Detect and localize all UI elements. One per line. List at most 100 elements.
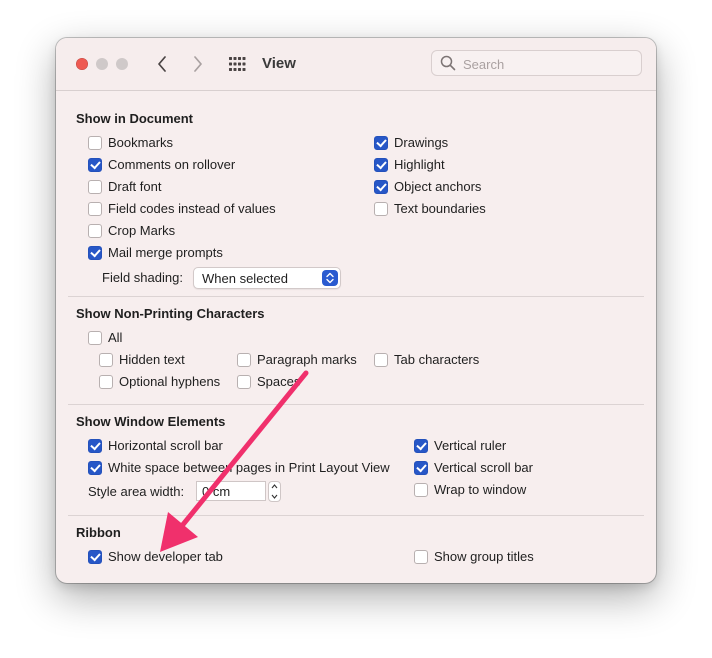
chevron-up-icon[interactable]	[271, 484, 278, 489]
checkbox-label: Paragraph marks	[257, 352, 357, 367]
chevron-left-icon	[158, 56, 166, 72]
checkbox-label: Wrap to window	[434, 482, 527, 497]
section-title-ribbon: Ribbon	[76, 525, 121, 540]
field-shading-label: Field shading:	[102, 270, 183, 285]
checkbox-label: Vertical scroll bar	[434, 460, 533, 475]
checkbox-show-group-titles[interactable]: Show group titles	[414, 549, 534, 564]
checkbox-label: Horizontal scroll bar	[108, 438, 223, 453]
magnifier-icon	[440, 55, 456, 71]
checkbox-box[interactable]	[374, 352, 388, 367]
close-button[interactable]	[76, 58, 88, 70]
checkbox-box[interactable]	[88, 330, 102, 345]
forward-button[interactable]	[187, 52, 209, 76]
checkbox-tab-characters[interactable]: Tab characters	[374, 352, 479, 367]
checkbox-label: Tab characters	[394, 352, 480, 367]
checkbox-horizontal-scroll-bar[interactable]: Horizontal scroll bar	[88, 438, 223, 453]
checkbox-label: Show group titles	[434, 549, 534, 564]
checkbox-box[interactable]	[374, 201, 388, 216]
checkbox-label: Vertical ruler	[434, 438, 507, 453]
view-preferences-window: View Show in Document Bookmarks Comments…	[56, 38, 656, 583]
checkbox-label: Crop Marks	[108, 223, 176, 238]
checkbox-hidden-text[interactable]: Hidden text	[99, 352, 185, 367]
minimize-button[interactable]	[96, 58, 108, 70]
checkbox-label: Drawings	[394, 135, 449, 150]
checkbox-label: Spaces	[257, 374, 301, 389]
section-title-show-in-document: Show in Document	[76, 111, 193, 126]
zoom-button[interactable]	[116, 58, 128, 70]
checkbox-draft-font[interactable]: Draft font	[88, 179, 161, 194]
window-title: View	[262, 55, 296, 72]
checkbox-object-anchors[interactable]: Object anchors	[374, 179, 481, 194]
checkbox-label: Text boundaries	[394, 201, 486, 216]
select-arrows-icon	[322, 270, 338, 286]
checkbox-box[interactable]	[88, 201, 102, 216]
checkbox-box[interactable]	[414, 438, 428, 453]
checkbox-label: Show developer tab	[108, 549, 223, 564]
checkbox-label: Comments on rollover	[108, 157, 236, 172]
checkbox-box[interactable]	[374, 135, 388, 150]
checkbox-box[interactable]	[99, 374, 113, 389]
section-divider	[68, 404, 644, 405]
checkbox-box[interactable]	[237, 352, 251, 367]
checkbox-label: Highlight	[394, 157, 445, 172]
checkbox-box[interactable]	[374, 179, 388, 194]
checkbox-label: Optional hyphens	[119, 374, 221, 389]
checkbox-highlight[interactable]: Highlight	[374, 157, 445, 172]
search-input[interactable]	[461, 54, 635, 74]
checkbox-label: Mail merge prompts	[108, 245, 223, 260]
checkbox-box[interactable]	[88, 157, 102, 172]
checkbox-white-space-between-pages[interactable]: White space between pages in Print Layou…	[88, 460, 390, 475]
checkbox-comments-on-rollover[interactable]: Comments on rollover	[88, 157, 235, 172]
checkbox-box[interactable]	[374, 157, 388, 172]
checkbox-vertical-scroll-bar[interactable]: Vertical scroll bar	[414, 460, 533, 475]
grid-icon[interactable]	[228, 56, 246, 72]
checkbox-box[interactable]	[237, 374, 251, 389]
checkbox-show-developer-tab[interactable]: Show developer tab	[88, 549, 223, 564]
back-button[interactable]	[151, 52, 173, 76]
checkbox-wrap-to-window[interactable]: Wrap to window	[414, 482, 526, 497]
section-title-window-elements: Show Window Elements	[76, 414, 226, 429]
chevron-right-icon	[194, 56, 202, 72]
checkbox-vertical-ruler[interactable]: Vertical ruler	[414, 438, 506, 453]
chevron-down-icon[interactable]	[271, 494, 278, 499]
checkbox-paragraph-marks[interactable]: Paragraph marks	[237, 352, 357, 367]
checkbox-label: Object anchors	[394, 179, 482, 194]
checkbox-spaces[interactable]: Spaces	[237, 374, 300, 389]
section-divider	[68, 515, 644, 516]
checkbox-label: White space between pages in Print Layou…	[108, 460, 390, 475]
field-shading-value: When selected	[202, 270, 288, 286]
checkbox-label: Bookmarks	[108, 135, 174, 150]
checkbox-box[interactable]	[414, 460, 428, 475]
section-title-non-printing: Show Non-Printing Characters	[76, 306, 265, 321]
checkbox-box[interactable]	[88, 179, 102, 194]
checkbox-text-boundaries[interactable]: Text boundaries	[374, 201, 486, 216]
title-bar: View	[56, 38, 656, 91]
checkbox-box[interactable]	[88, 460, 102, 475]
style-area-width-value: 0 cm	[202, 483, 231, 499]
checkbox-all[interactable]: All	[88, 330, 122, 345]
style-area-width-input[interactable]: 0 cm	[196, 481, 266, 501]
section-divider	[68, 296, 644, 297]
checkbox-box[interactable]	[88, 135, 102, 150]
checkbox-optional-hyphens[interactable]: Optional hyphens	[99, 374, 220, 389]
checkbox-drawings[interactable]: Drawings	[374, 135, 448, 150]
checkbox-label: Field codes instead of values	[108, 201, 276, 216]
style-area-width-label: Style area width:	[88, 484, 185, 499]
checkbox-label: All	[108, 330, 123, 345]
checkbox-box[interactable]	[99, 352, 113, 367]
checkbox-label: Draft font	[108, 179, 162, 194]
checkbox-bookmarks[interactable]: Bookmarks	[88, 135, 173, 150]
search-field[interactable]	[431, 50, 642, 76]
checkbox-box[interactable]	[414, 549, 428, 564]
checkbox-label: Hidden text	[119, 352, 185, 367]
checkbox-box[interactable]	[88, 549, 102, 564]
checkbox-mail-merge-prompts[interactable]: Mail merge prompts	[88, 245, 223, 260]
checkbox-crop-marks[interactable]: Crop Marks	[88, 223, 175, 238]
checkbox-box[interactable]	[88, 245, 102, 260]
style-area-width-stepper[interactable]	[268, 481, 281, 502]
checkbox-box[interactable]	[414, 482, 428, 497]
field-shading-select[interactable]: When selected	[193, 267, 341, 289]
checkbox-box[interactable]	[88, 438, 102, 453]
checkbox-field-codes[interactable]: Field codes instead of values	[88, 201, 276, 216]
checkbox-box[interactable]	[88, 223, 102, 238]
